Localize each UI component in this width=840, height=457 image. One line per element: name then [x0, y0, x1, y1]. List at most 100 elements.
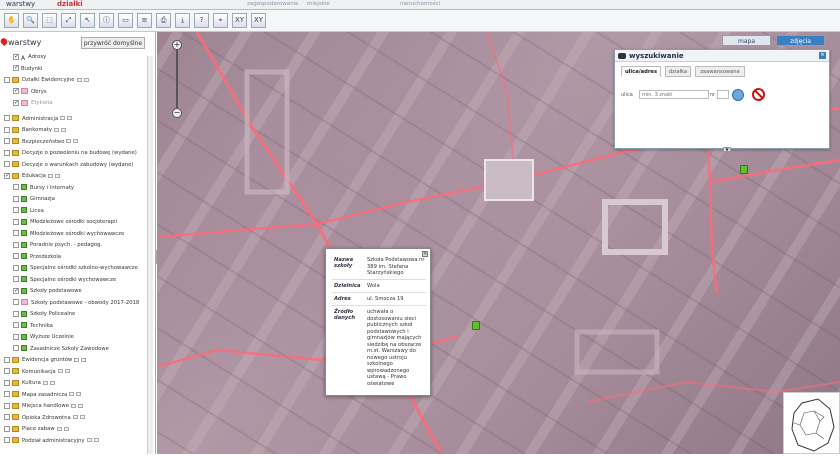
- layer-legend-icon[interactable]: [63, 426, 69, 431]
- clear-search-icon[interactable]: [752, 88, 765, 101]
- layer-checkbox[interactable]: [4, 149, 10, 156]
- layer-checkbox[interactable]: [13, 98, 19, 108]
- layer-checkbox[interactable]: [13, 264, 19, 271]
- layer-legend-icon[interactable]: [83, 77, 89, 82]
- tab-dzialki[interactable]: dzialki: [57, 0, 83, 10]
- school-marker[interactable]: [740, 165, 748, 174]
- layer-legend-icon[interactable]: [81, 357, 87, 362]
- layer-item[interactable]: Obrys: [13, 86, 47, 97]
- overview-map[interactable]: [783, 392, 840, 454]
- layer-item[interactable]: Działki Ewidencyjne: [4, 75, 89, 85]
- layer-checkbox[interactable]: [4, 379, 10, 386]
- layer-checkbox[interactable]: [13, 184, 19, 190]
- zoom-slider[interactable]: [176, 50, 178, 108]
- print-icon[interactable]: ⎙: [156, 13, 171, 28]
- layer-item[interactable]: Bezpieczeństwo: [4, 137, 79, 147]
- export-icon[interactable]: ⤓: [175, 13, 190, 28]
- layer-item[interactable]: Bankomaty: [4, 125, 66, 135]
- layer-item[interactable]: AAdresy: [13, 52, 46, 62]
- layer-item[interactable]: Licea: [13, 206, 44, 216]
- layer-checkbox[interactable]: [4, 126, 10, 133]
- layer-item[interactable]: Przedszkola: [13, 252, 61, 262]
- zoom-box-icon[interactable]: ⬚: [42, 13, 57, 28]
- tab-zagospodarowanie[interactable]: zagospodarowanie: [247, 0, 298, 10]
- layer-checkbox[interactable]: [13, 299, 19, 305]
- layer-item[interactable]: Decyzje o warunkach zabudowy (wydane): [4, 160, 133, 170]
- layer-item[interactable]: Administracja: [4, 114, 73, 124]
- search-tab-parcel[interactable]: działka: [665, 66, 691, 77]
- help-icon[interactable]: ?: [194, 13, 209, 28]
- layer-opacity-icon[interactable]: [86, 438, 92, 442]
- layer-item[interactable]: Gimnazja: [13, 194, 55, 204]
- layer-checkbox[interactable]: [4, 414, 10, 420]
- zoom-extent-icon[interactable]: ⤢: [61, 13, 76, 28]
- reset-defaults-button[interactable]: przywróć domyślne: [81, 37, 145, 49]
- layer-checkbox[interactable]: [13, 345, 19, 351]
- layer-checkbox[interactable]: [13, 230, 19, 236]
- layer-opacity-icon[interactable]: [56, 426, 62, 431]
- zoom-control[interactable]: + −: [172, 40, 182, 118]
- layer-opacity-icon[interactable]: [57, 369, 63, 373]
- measure-icon[interactable]: ▭: [118, 13, 133, 28]
- zoom-in-button[interactable]: +: [172, 40, 182, 50]
- layer-item[interactable]: Poradnie psych. - pedagog.: [13, 240, 102, 250]
- layer-item[interactable]: Komunikacja: [4, 367, 70, 377]
- layer-item[interactable]: Miejsca handlowe: [4, 401, 83, 411]
- layer-item[interactable]: Bursy i internaty: [13, 183, 74, 193]
- layer-checkbox[interactable]: [4, 356, 10, 363]
- layer-checkbox[interactable]: [13, 218, 19, 225]
- layer-checkbox[interactable]: [4, 161, 10, 167]
- layer-legend-icon[interactable]: [73, 139, 79, 143]
- select-icon[interactable]: ↖: [80, 13, 95, 28]
- layer-checkbox[interactable]: [13, 276, 19, 282]
- coordinates-icon[interactable]: ⌖: [213, 13, 228, 28]
- layer-item[interactable]: Szkoły Policealne: [13, 309, 75, 319]
- layer-opacity-icon[interactable]: [60, 116, 66, 120]
- layer-checkbox[interactable]: [13, 241, 19, 248]
- layer-checkbox[interactable]: [4, 138, 10, 144]
- xy-icon[interactable]: XY: [232, 13, 247, 28]
- layer-opacity-icon[interactable]: [72, 415, 78, 419]
- layer-legend-icon[interactable]: [93, 438, 99, 442]
- layer-legend-icon[interactable]: [67, 116, 73, 120]
- layer-opacity-icon[interactable]: [71, 403, 76, 408]
- layer-checkbox[interactable]: [13, 86, 19, 96]
- layer-legend-icon[interactable]: [78, 403, 83, 408]
- layer-checkbox[interactable]: [13, 310, 19, 317]
- layer-checkbox[interactable]: [13, 322, 19, 328]
- layer-item[interactable]: Etykieta: [13, 98, 53, 108]
- sidebar-scrollbar[interactable]: [147, 56, 153, 454]
- layer-checkbox[interactable]: [13, 207, 19, 213]
- layer-opacity-icon[interactable]: [66, 139, 72, 143]
- layer-checkbox[interactable]: [4, 171, 10, 181]
- layer-item[interactable]: Decyzje o pozwoleniu na budowę (wydane): [4, 148, 137, 158]
- layer-checkbox[interactable]: [4, 368, 10, 374]
- layer-item[interactable]: Kultura: [4, 378, 55, 388]
- layer-item[interactable]: Podział administracyjny: [4, 436, 99, 446]
- expand-panel-icon[interactable]: ▼: [723, 147, 731, 152]
- layer-item[interactable]: Zasadnicze Szkoły Zawodowe: [13, 344, 109, 354]
- tab-nieruchomosci[interactable]: nieruchomości: [400, 0, 440, 10]
- layer-opacity-icon[interactable]: [42, 380, 48, 385]
- search-go-icon[interactable]: [732, 89, 744, 101]
- layer-item[interactable]: Opieka Zdrowotna: [4, 413, 85, 423]
- pan-icon[interactable]: ✋: [4, 13, 19, 28]
- layer-legend-icon[interactable]: [76, 392, 82, 396]
- layer-opacity-icon[interactable]: [76, 77, 82, 82]
- layer-checkbox[interactable]: [13, 63, 19, 73]
- layer-item[interactable]: Młodzieżowe ośrodki wychowawcze: [13, 229, 124, 239]
- layer-item[interactable]: Specjalne ośrodki wychowawcze: [13, 275, 116, 285]
- layer-checkbox[interactable]: [4, 391, 10, 397]
- layer-item[interactable]: Technika: [13, 321, 53, 331]
- layer-checkbox[interactable]: [13, 286, 19, 296]
- legend-icon[interactable]: ≡: [137, 13, 152, 28]
- tab-warstwy[interactable]: warstwy: [6, 0, 35, 10]
- map-tab[interactable]: mapa: [722, 35, 771, 46]
- layer-checkbox[interactable]: [13, 52, 19, 62]
- school-marker-selected[interactable]: [472, 321, 480, 330]
- layer-legend-icon[interactable]: [60, 127, 66, 132]
- layer-checkbox[interactable]: [13, 195, 19, 202]
- search-tab-advanced[interactable]: zaawansowane: [695, 66, 745, 77]
- layer-item[interactable]: Szkoły podstawowe: [13, 286, 82, 296]
- layer-opacity-icon[interactable]: [74, 357, 80, 362]
